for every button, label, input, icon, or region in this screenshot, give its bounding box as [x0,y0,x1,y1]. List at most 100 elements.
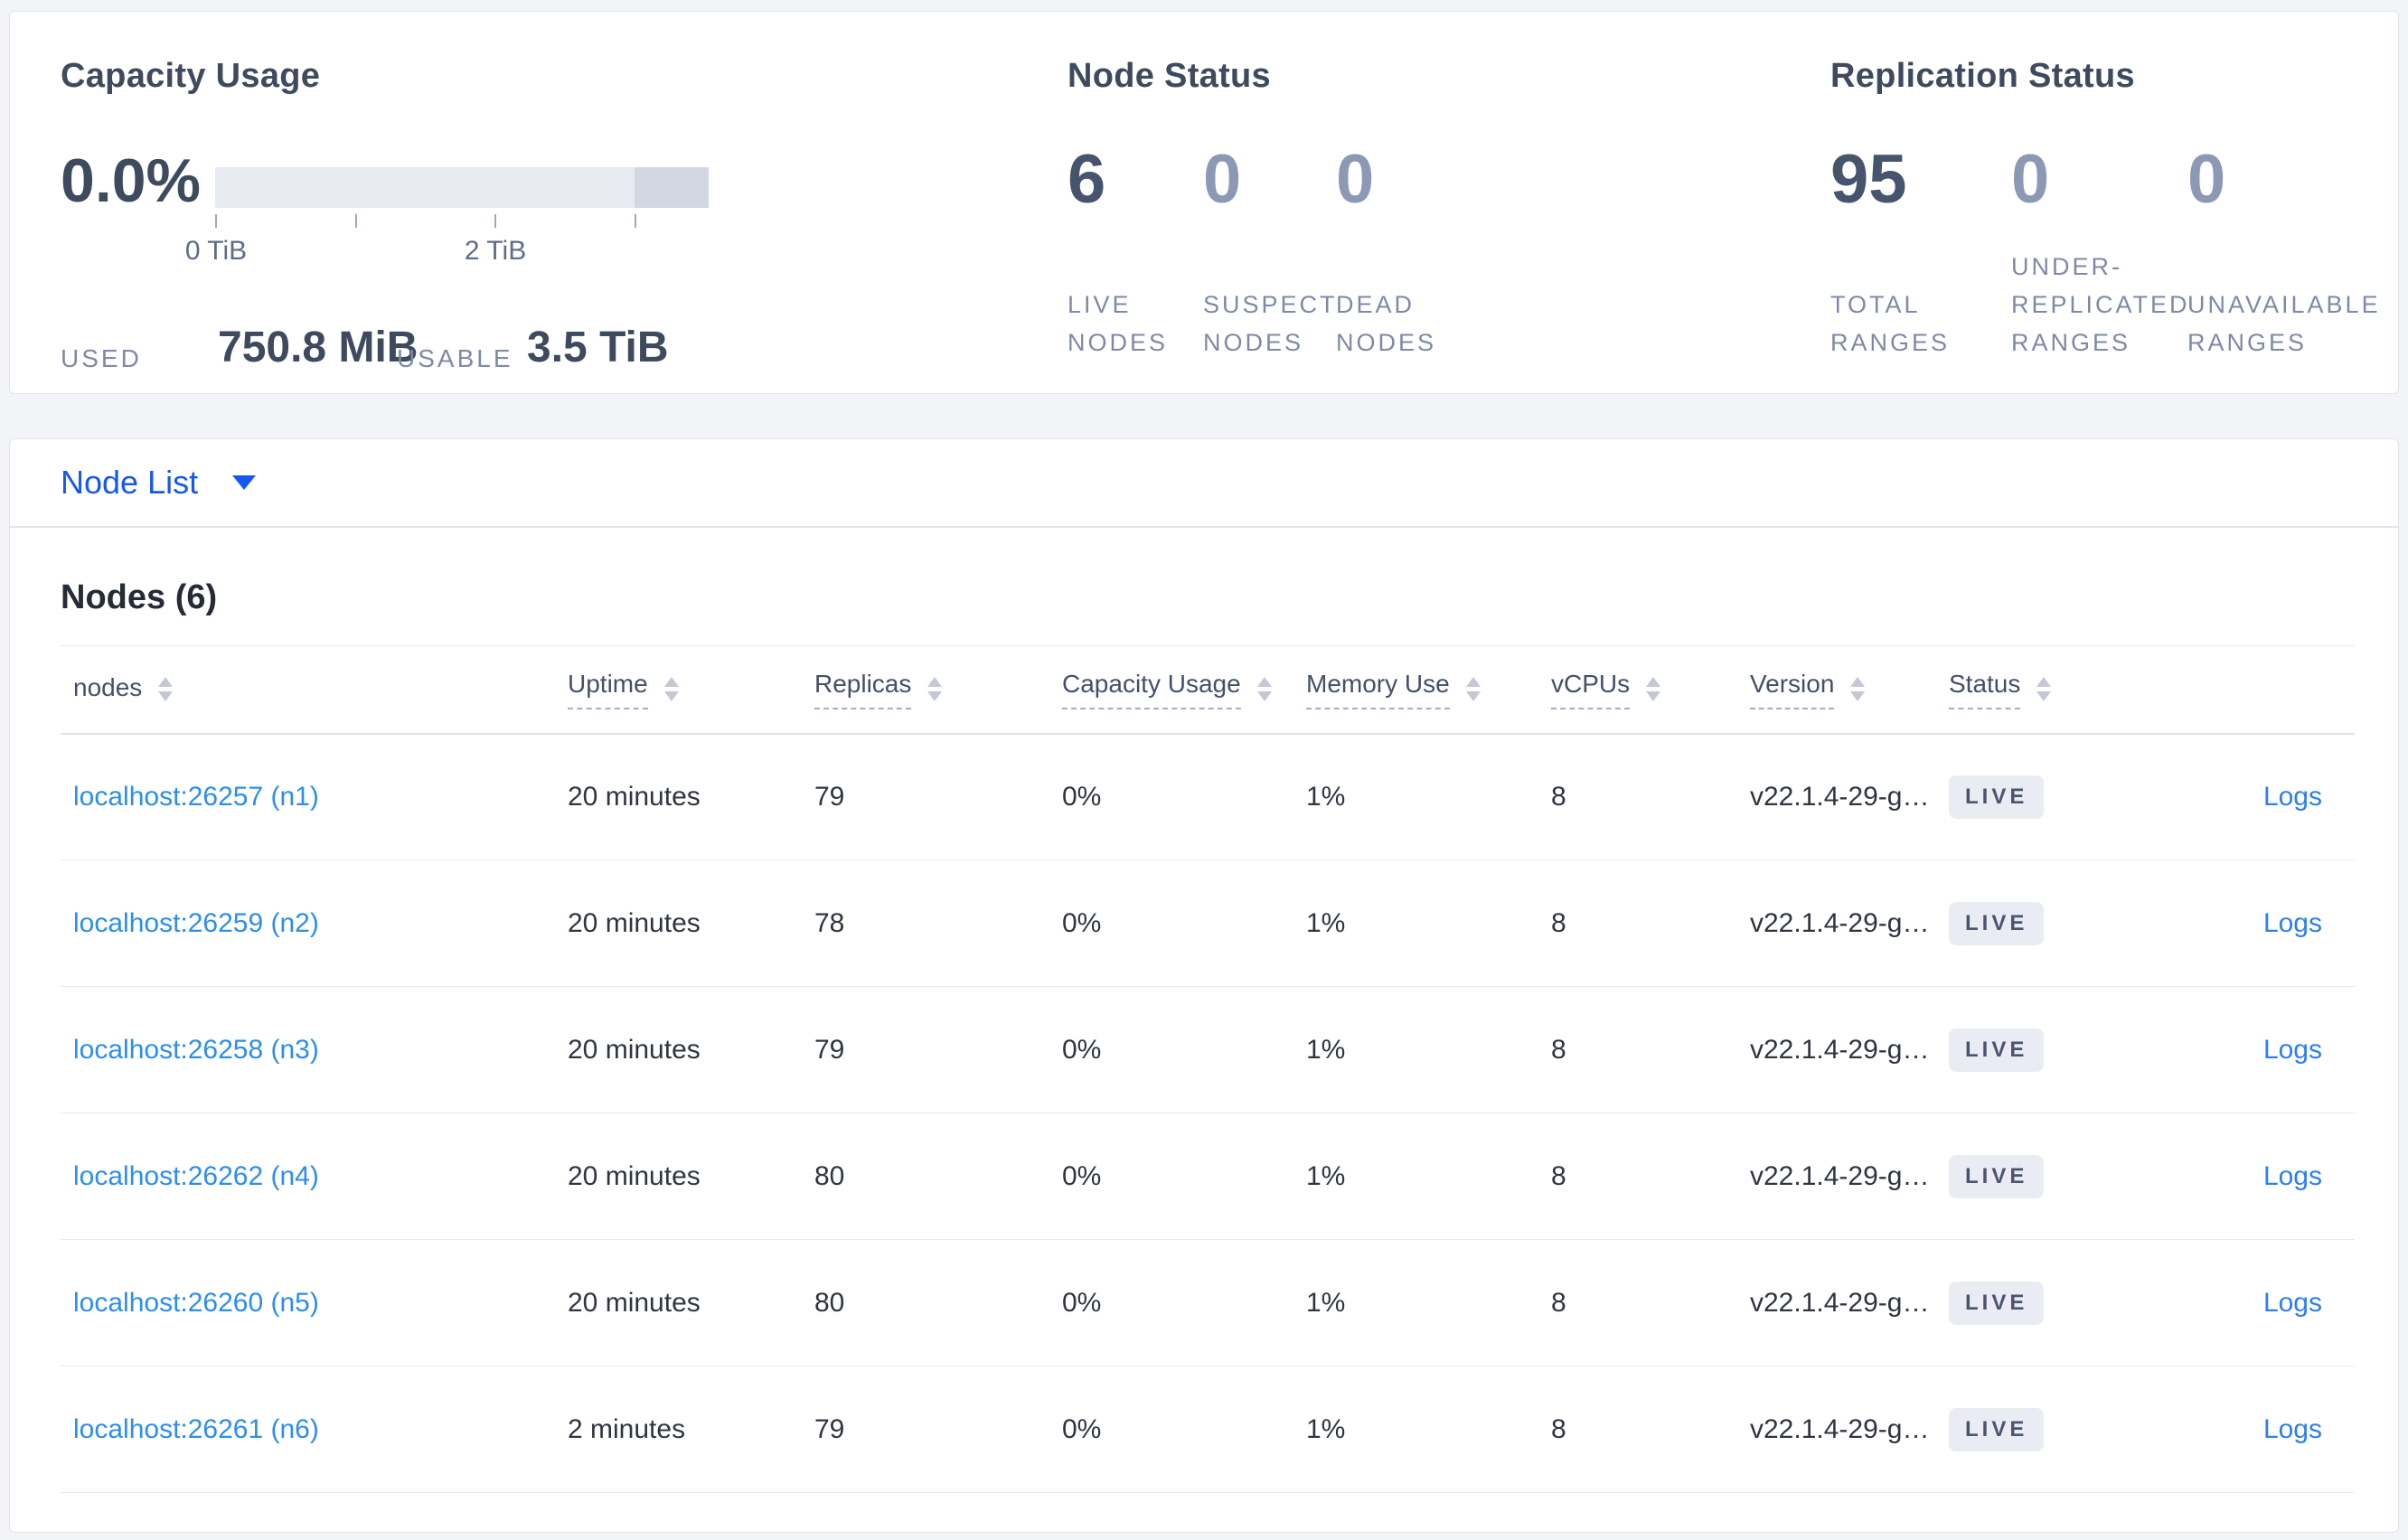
capacity-axis-tick-label: 0 TiB [184,236,248,266]
capacity-axis-tick [494,214,497,228]
replicas-cell: 78 [802,859,1049,987]
capacity-percent-value: 0.0% [61,146,201,215]
memory-use-cell: 1% [1293,986,1538,1113]
cluster-overview-page: { "summary": { "capacity": { "title": "C… [0,0,2408,1540]
capacity-usage-cell: 0% [1049,986,1293,1113]
table-cell: LIVE [1936,1239,2234,1366]
node-list-dropdown-card: Node List [9,438,2399,527]
column-header-label[interactable]: Uptime [568,670,648,709]
logs-link[interactable]: Logs [2263,782,2322,812]
node-list-dropdown[interactable]: Node List [61,439,257,526]
column-header-label[interactable]: nodes [73,673,142,706]
capacity-axis-tick [355,214,358,228]
logs-link[interactable]: Logs [2263,1414,2322,1444]
memory-use-cell: 1% [1293,733,1538,860]
sort-arrows-icon[interactable] [1256,677,1272,702]
table-cell: localhost:26260 (n5) [61,1239,555,1366]
stat-label: UNAVAILABLE RANGES [2187,291,2381,357]
column-header-label[interactable]: Memory Use [1306,670,1450,709]
nodes-table-title: Nodes (6) [61,578,218,616]
usable-value: 3.5 TiB [527,324,669,371]
column-header-vcpus[interactable]: vCPUs [1551,670,1661,709]
table-cell: localhost:26262 (n4) [61,1113,555,1240]
version-cell: v22.1.4-29-g… [1737,859,1936,987]
stat-value: 0 [2187,141,2226,218]
table-cell: Logs [2234,733,2355,860]
logs-link[interactable]: Logs [2263,1035,2322,1065]
uptime-cell: 20 minutes [555,733,802,860]
version-cell: v22.1.4-29-g… [1737,733,1936,860]
sort-arrows-icon[interactable] [1465,677,1481,702]
stat-column: 0 SUSPECT NODES [1203,146,1338,362]
uptime-cell: 2 minutes [555,1366,802,1493]
capacity-axis-tick [215,214,217,228]
replicas-cell: 79 [802,1366,1049,1493]
replication-status-panel: Replication Status 95 TOTAL RANGES 0 UNDER-… [1830,12,2391,393]
memory-use-cell: 1% [1293,1239,1538,1366]
node-status-panel: Node Status 6 LIVE NODES 0 SUSPECT NODES 0 DE… [1068,12,1791,393]
sort-arrows-icon[interactable] [1646,677,1661,702]
stat-column: 0 UNDER-REPLICATED RANGES [2011,146,2192,362]
column-header-label[interactable]: Version [1750,670,1835,709]
status-badge: LIVE [1949,901,2045,945]
table-cell: Logs [2234,986,2355,1113]
column-header-label[interactable]: Replicas [814,670,912,709]
capacity-usage-title: Capacity Usage [61,57,321,95]
node-link[interactable]: localhost:26260 (n5) [73,1288,319,1318]
node-link[interactable]: localhost:26262 (n4) [73,1161,319,1191]
column-header-capacity-usage[interactable]: Capacity Usage [1062,670,1272,709]
sort-arrows-icon[interactable] [663,677,679,702]
table-row: localhost:26261 (n6) 2 minutes 79 0% 1% 8 v22.… [61,1366,2355,1493]
stat-column: 95 TOTAL RANGES [1830,146,1966,362]
capacity-usage-cell: 0% [1049,1366,1293,1493]
node-status-title: Node Status [1068,57,1271,95]
stat-label: UNDER-REPLICATED RANGES [2011,253,2190,357]
stat-label: SUSPECT NODES [1203,291,1338,357]
uptime-cell: 20 minutes [555,859,802,987]
column-header-replicas[interactable]: Replicas [814,670,943,709]
node-link[interactable]: localhost:26261 (n6) [73,1414,319,1444]
logs-link[interactable]: Logs [2263,1288,2322,1318]
node-link[interactable]: localhost:26259 (n2) [73,908,319,938]
capacity-usage-cell: 0% [1049,733,1293,860]
logs-link[interactable]: Logs [2263,908,2322,938]
capacity-usage-cell: 0% [1049,1113,1293,1240]
capacity-axis-tick-label: 2 TiB [464,236,527,266]
sort-arrows-icon[interactable] [2036,677,2052,702]
stat-value: 0 [2011,141,2050,218]
table-cell: LIVE [1936,1113,2234,1240]
node-link[interactable]: localhost:26257 (n1) [73,782,319,812]
stat-column: 0 UNAVAILABLE RANGES [2187,146,2395,362]
status-badge: LIVE [1949,1281,2045,1325]
table-row: localhost:26260 (n5) 20 minutes 80 0% 1% 8 v22… [61,1239,2355,1366]
used-value: 750.8 MiB [218,324,419,371]
replicas-cell: 79 [802,733,1049,860]
logs-link[interactable]: Logs [2263,1161,2322,1191]
version-cell: v22.1.4-29-g… [1737,1366,1936,1493]
sort-arrows-icon[interactable] [1850,677,1866,702]
table-row: localhost:26257 (n1) 20 minutes 79 0% 1% 8 v22… [61,733,2355,860]
column-header-status[interactable]: Status [1949,670,2052,709]
column-header-label[interactable]: Status [1949,670,2021,709]
column-header-label[interactable]: vCPUs [1551,670,1631,709]
vcpus-cell: 8 [1538,986,1737,1113]
column-header-uptime[interactable]: Uptime [568,670,679,709]
node-list-dropdown-label[interactable]: Node List [61,464,198,502]
table-cell: LIVE [1936,1366,2234,1493]
column-header-memory-use[interactable]: Memory Use [1306,670,1481,709]
column-header-label[interactable]: Capacity Usage [1062,670,1241,709]
replicas-cell: 80 [802,1113,1049,1240]
column-header-version[interactable]: Version [1750,670,1866,709]
capacity-bar-chart [215,167,709,208]
table-row: localhost:26258 (n3) 20 minutes 79 0% 1% 8 v22… [61,986,2355,1113]
sort-arrows-icon[interactable] [927,677,943,702]
cluster-summary-card: Capacity Usage 0.0% USED 750.8 MiB USABL… [9,11,2399,394]
column-header-nodes[interactable]: nodes [73,673,174,706]
table-cell: Logs [2234,859,2355,987]
sort-arrows-icon[interactable] [158,677,174,702]
table-cell: LIVE [1936,733,2234,860]
table-cell: Logs [2234,1239,2355,1366]
node-link[interactable]: localhost:26258 (n3) [73,1035,319,1065]
memory-use-cell: 1% [1293,1366,1538,1493]
table-cell: Logs [2234,1366,2355,1493]
